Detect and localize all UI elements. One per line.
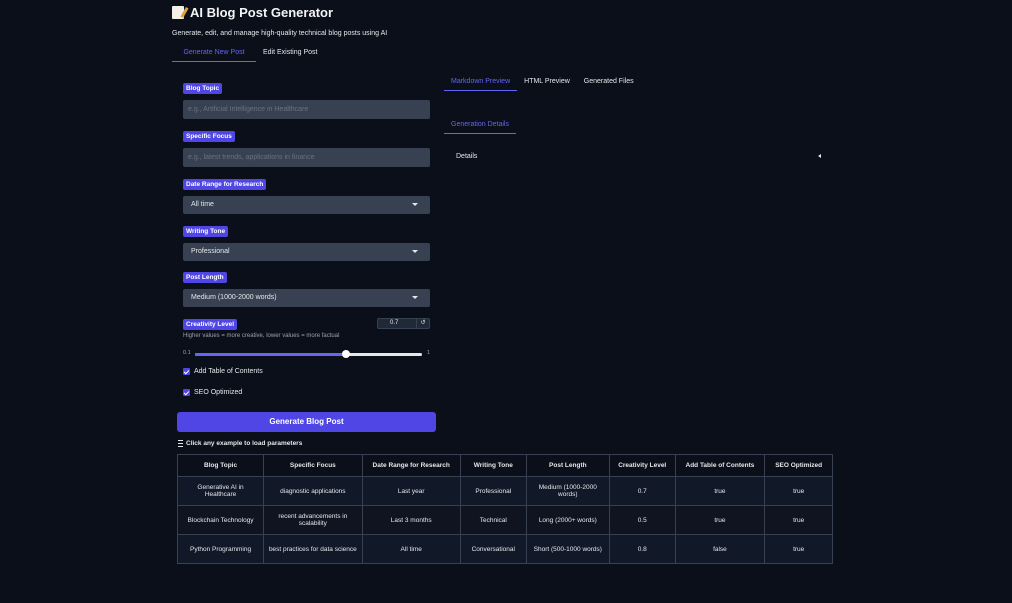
table-cell: best practices for data science [263,534,363,564]
table-cell: 0.5 [608,505,676,535]
post-length-select[interactable]: Medium (1000-2000 words) [183,289,430,307]
table-cell: true [764,505,833,535]
blog-topic-input[interactable]: e.g., Artificial Intelligence in Healthc… [183,100,430,119]
main-tabs: Generate New Post Edit Existing Post [172,45,324,62]
table-row[interactable]: Python Programming best practices for da… [176,534,833,564]
writing-tone-label: Writing Tone [183,226,229,237]
table-cell: All time [361,534,461,564]
writing-tone-value: Professional [191,248,230,255]
table-cell: Last 3 months [361,505,461,535]
creativity-level-label: Creativity Level [183,319,238,330]
column-header: Add Table of Contents [674,454,766,477]
tab-generate-new-post[interactable]: Generate New Post [172,45,256,62]
chevron-down-icon [412,296,418,299]
creativity-slider[interactable] [195,350,422,358]
tab-generation-details[interactable]: Generation Details [444,117,516,134]
reset-icon[interactable]: ↺ [416,319,429,328]
table-cell: true [764,476,833,506]
date-range-label: Date Range for Research [183,179,267,190]
table-cell: Last year [361,476,461,506]
creativity-value: 0.7 [390,320,399,326]
page-title-text: AI Blog Post Generator [190,5,334,20]
blog-topic-label: Blog Topic [183,83,223,94]
details-accordion[interactable]: Details [456,153,821,160]
specific-focus-label: Specific Focus [183,131,235,142]
examples-title: Click any example to load parameters [178,440,302,447]
column-header: Post Length [525,454,610,477]
column-header: SEO Optimized [764,454,833,477]
tab-generated-files[interactable]: Generated Files [577,74,641,90]
creativity-number-input[interactable]: 0.7 ↺ [377,318,430,329]
examples-header-row: Blog Topic Specific Focus Date Range for… [176,454,833,477]
table-cell: true [674,476,766,506]
output-tabs: Markdown Preview HTML Preview Generated … [444,74,641,91]
generate-blog-post-button[interactable]: Generate Blog Post [177,412,436,432]
seo-checkbox-row[interactable]: SEO Optimized [183,389,242,396]
writing-tone-select[interactable]: Professional [183,243,430,261]
chevron-down-icon [412,250,418,253]
slider-min-label: 0.1 [183,350,191,356]
table-cell: Long (2000+ words) [525,505,610,535]
table-cell: recent advancements in scalability [263,505,363,535]
table-cell: true [674,505,766,535]
add-toc-checkbox[interactable] [183,368,190,375]
column-header: Writing Tone [459,454,527,477]
table-cell: Professional [459,476,527,506]
date-range-value: All time [191,201,214,208]
table-row[interactable]: Blockchain Technology recent advancement… [176,505,833,535]
add-toc-checkbox-row[interactable]: Add Table of Contents [183,368,263,375]
table-cell: Python Programming [176,534,265,564]
table-cell: diagnostic applications [263,476,363,506]
add-toc-label: Add Table of Contents [194,368,263,375]
chevron-down-icon [412,203,418,206]
column-header: Date Range for Research [361,454,461,477]
table-cell: Blockchain Technology [176,505,265,535]
page-subtitle: Generate, edit, and manage high-quality … [172,30,388,37]
memo-icon [172,6,184,19]
specific-focus-input[interactable]: e.g., latest trends, applications in fin… [183,148,430,167]
list-icon [178,440,183,447]
table-row[interactable]: Generative AI in Healthcare diagnostic a… [176,476,833,506]
post-length-label: Post Length [183,272,227,283]
table-cell: Short (500-1000 words) [525,534,610,564]
tab-markdown-preview[interactable]: Markdown Preview [444,74,518,91]
examples-table: Blog Topic Specific Focus Date Range for… [176,454,833,564]
seo-optimized-checkbox[interactable] [183,389,190,396]
tab-edit-existing-post[interactable]: Edit Existing Post [256,45,324,61]
tab-html-preview[interactable]: HTML Preview [517,74,577,90]
slider-max-label: 1 [427,350,431,356]
column-header: Specific Focus [263,454,363,477]
slider-fill [195,353,347,356]
table-cell: false [674,534,766,564]
table-cell: Technical [459,505,527,535]
post-length-value: Medium (1000-2000 words) [191,294,277,301]
details-tabs: Generation Details [444,117,516,134]
table-cell: true [764,534,833,564]
examples-title-text: Click any example to load parameters [186,440,303,447]
page-title: AI Blog Post Generator [172,5,333,20]
table-cell: 0.7 [608,476,676,506]
creativity-hint: Higher values = more creative, lower val… [183,333,340,339]
table-cell: Conversational [459,534,527,564]
caret-left-icon [818,154,821,158]
seo-optimized-label: SEO Optimized [194,389,243,396]
table-cell: 0.8 [608,534,676,564]
date-range-select[interactable]: All time [183,196,430,214]
column-header: Blog Topic [176,454,265,477]
details-label: Details [456,153,478,160]
column-header: Creativity Level [608,454,676,477]
table-cell: Generative AI in Healthcare [176,476,265,506]
table-cell: Medium (1000-2000 words) [525,476,610,506]
